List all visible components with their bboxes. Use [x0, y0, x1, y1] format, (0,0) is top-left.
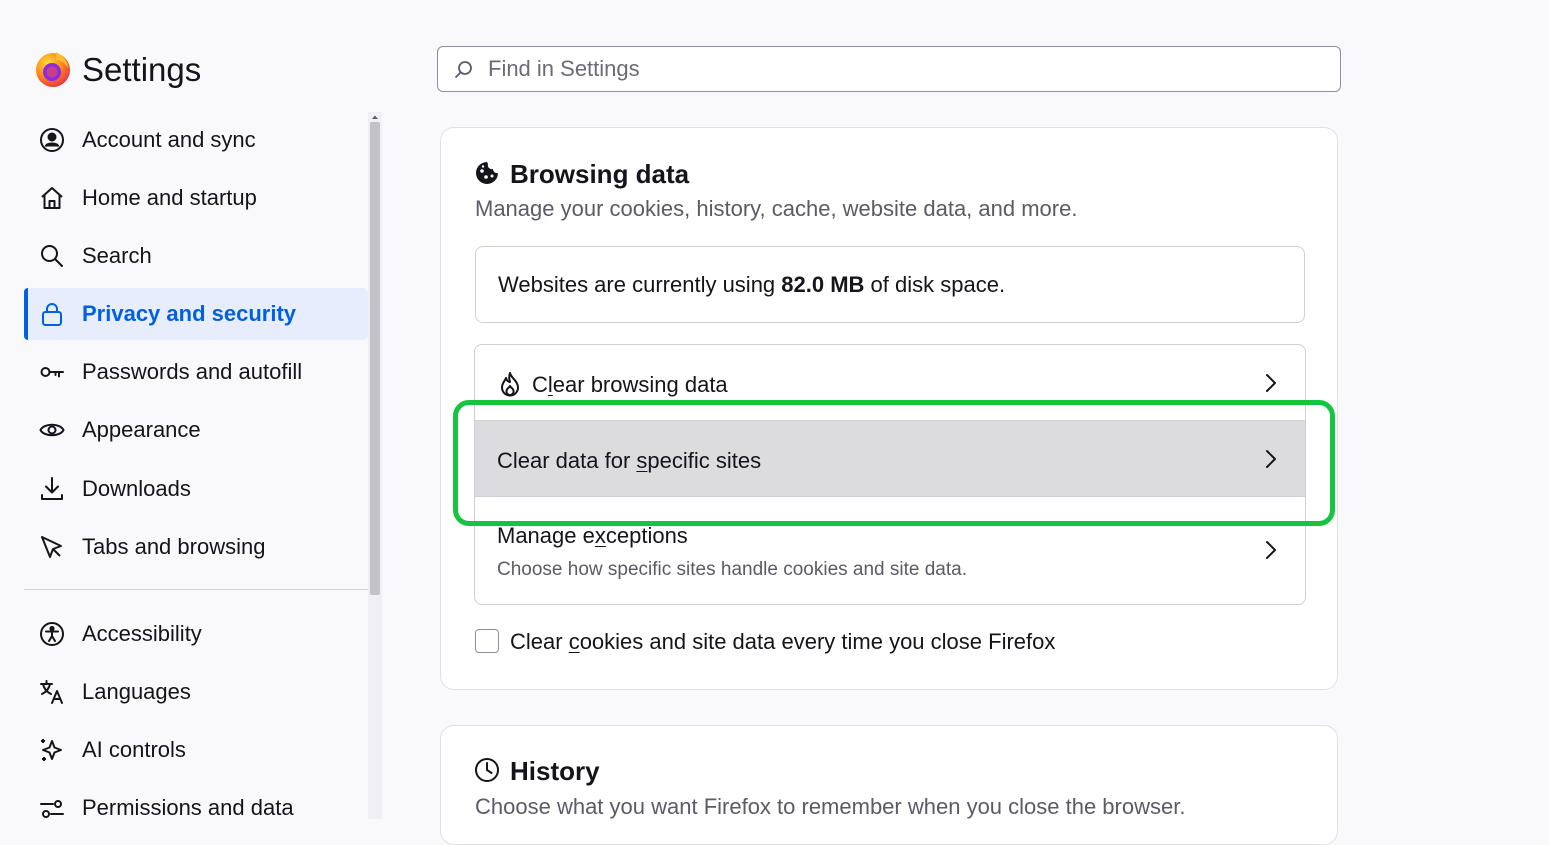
disk-usage-box: Websites are currently using 82.0 MB of …: [475, 246, 1305, 323]
sidebar-item-permissions-data[interactable]: Permissions and data: [24, 782, 368, 834]
disk-usage-text: Websites are currently using 82.0 MB of …: [498, 272, 1006, 297]
clear-cookies-on-close-checkbox[interactable]: [475, 629, 499, 653]
sidebar-item-appearance[interactable]: Appearance: [24, 404, 368, 456]
disk-usage-amount: 82.0 MB: [781, 272, 865, 297]
clear-browsing-data-row[interactable]: Clear browsing data: [475, 345, 1305, 420]
clear-browsing-data-label: Clear browsing data: [532, 372, 728, 397]
sidebar-divider: [24, 589, 368, 590]
browsing-data-heading: Browsing data: [510, 159, 690, 189]
sidebar-item-search[interactable]: Search: [24, 230, 368, 282]
sidebar-item-home-startup[interactable]: Home and startup: [24, 172, 368, 224]
lock-icon: [39, 301, 65, 327]
settings-search-box[interactable]: [437, 46, 1341, 92]
scrollbar-thumb[interactable]: [370, 122, 380, 595]
search-input[interactable]: [488, 47, 1308, 91]
home-icon: [39, 185, 65, 211]
sidebar-item-languages[interactable]: Languages: [24, 666, 368, 718]
accessibility-icon: [39, 621, 65, 647]
manage-exceptions-description: Choose how specific sites handle cookies…: [497, 559, 967, 580]
translate-icon: [39, 679, 65, 705]
manage-exceptions-row[interactable]: Manage exceptions Choose how specific si…: [475, 497, 1305, 604]
history-heading: History: [510, 756, 600, 786]
account-icon: [39, 127, 65, 153]
clear-cookies-on-close-label[interactable]: Clear cookies and site data every time y…: [510, 629, 1055, 655]
cursor-icon: [39, 534, 65, 560]
browsing-data-description: Manage your cookies, history, cache, web…: [475, 196, 1078, 221]
clear-data-specific-sites-row[interactable]: Clear data for specific sites: [475, 420, 1305, 497]
manage-exceptions-label: Manage exceptions: [497, 523, 688, 548]
browsing-data-actions: Clear browsing data Clear data for speci…: [474, 344, 1306, 605]
sidebar-item-privacy-security[interactable]: Privacy and security: [24, 288, 368, 340]
sidebar-item-account-sync[interactable]: Account and sync: [24, 114, 368, 166]
download-icon: [39, 476, 65, 502]
page-title: Settings: [82, 51, 202, 88]
sidebar-item-accessibility[interactable]: Accessibility: [24, 608, 368, 660]
search-icon: [454, 60, 474, 80]
fire-icon: [499, 371, 521, 397]
sidebar-item-downloads[interactable]: Downloads: [24, 463, 368, 515]
clock-icon: [474, 757, 500, 783]
key-icon: [39, 359, 65, 385]
scroll-up-arrow-icon[interactable]: [368, 112, 382, 122]
sidebar-item-passwords-autofill[interactable]: Passwords and autofill: [24, 346, 368, 398]
sparkle-icon: [39, 737, 65, 763]
chevron-right-icon: [1263, 372, 1279, 394]
clear-data-specific-sites-label: Clear data for specific sites: [497, 448, 762, 473]
eye-icon: [39, 417, 65, 443]
sidebar-item-ai-controls[interactable]: AI controls: [24, 724, 368, 776]
cookie-icon: [474, 160, 500, 186]
chevron-right-icon: [1263, 539, 1279, 561]
sidebar-item-tabs-browsing[interactable]: Tabs and browsing: [24, 521, 368, 573]
permissions-icon: [39, 795, 65, 821]
chevron-right-icon: [1263, 448, 1279, 470]
search-icon: [39, 243, 65, 269]
history-description: Choose what you want Firefox to remember…: [475, 794, 1186, 819]
firefox-logo-icon: [34, 50, 72, 88]
